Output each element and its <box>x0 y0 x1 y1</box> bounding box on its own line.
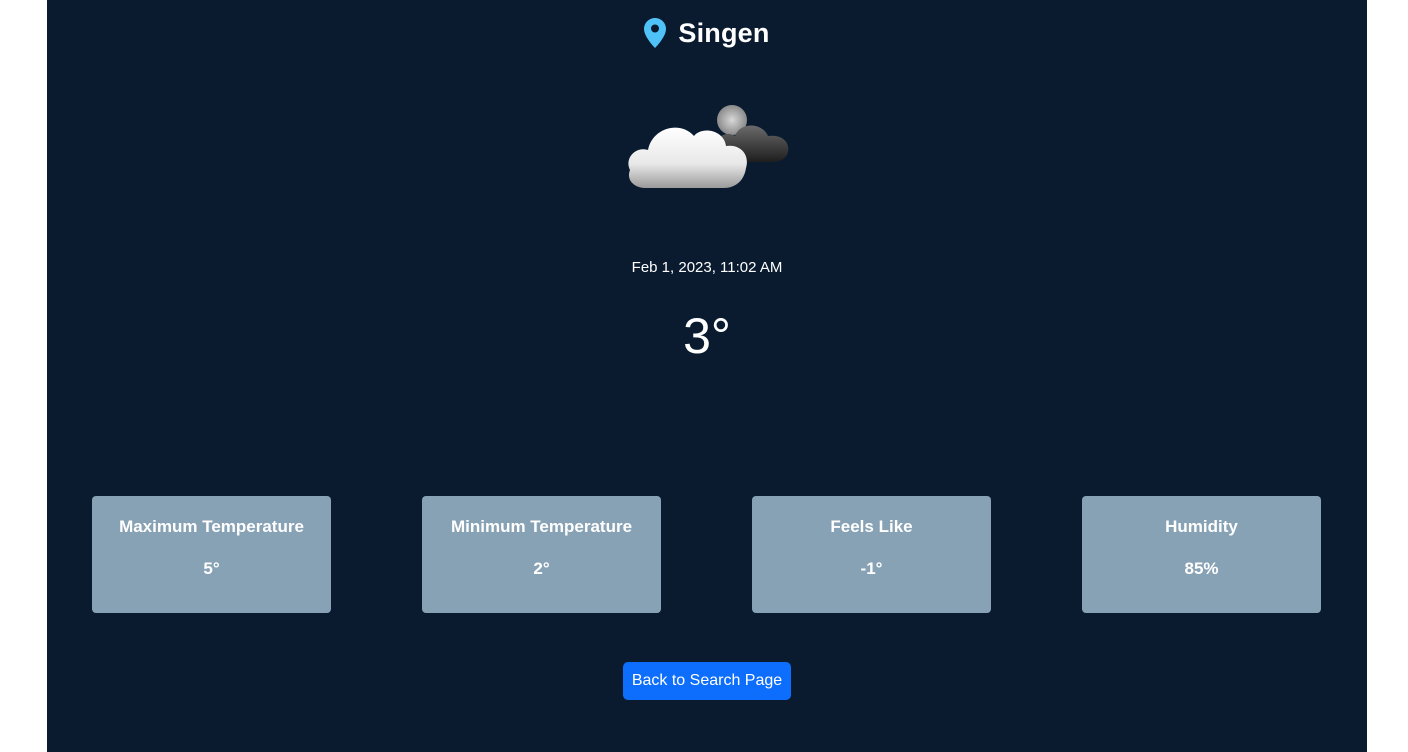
observation-datetime: Feb 1, 2023, 11:02 AM <box>631 259 783 276</box>
stat-card-humidity: Humidity 85% <box>1082 496 1321 613</box>
stat-label: Maximum Temperature <box>119 517 304 536</box>
stat-card-feels-like: Feels Like -1° <box>752 496 991 613</box>
back-to-search-button[interactable]: Back to Search Page <box>623 662 791 700</box>
stat-value: -1° <box>860 559 883 578</box>
stat-card-min-temp: Minimum Temperature 2° <box>422 496 661 613</box>
map-pin-icon <box>644 18 667 48</box>
current-temperature: 3° <box>683 308 731 364</box>
stat-label: Minimum Temperature <box>450 517 633 536</box>
stat-value: 85% <box>1184 559 1219 578</box>
weather-panel: Singen Feb 1, 2023, 11:02 AM 3° Maximum … <box>47 0 1367 752</box>
stat-label: Humidity <box>1165 517 1238 536</box>
stat-card-max-temp: Maximum Temperature 5° <box>92 496 331 613</box>
stat-value: 5° <box>203 559 220 578</box>
cloudy-night-icon <box>628 105 789 188</box>
city-name: Singen <box>678 17 770 48</box>
stat-label: Feels Like <box>830 517 913 536</box>
location-header: Singen <box>47 14 1367 52</box>
stat-value: 2° <box>533 559 550 578</box>
